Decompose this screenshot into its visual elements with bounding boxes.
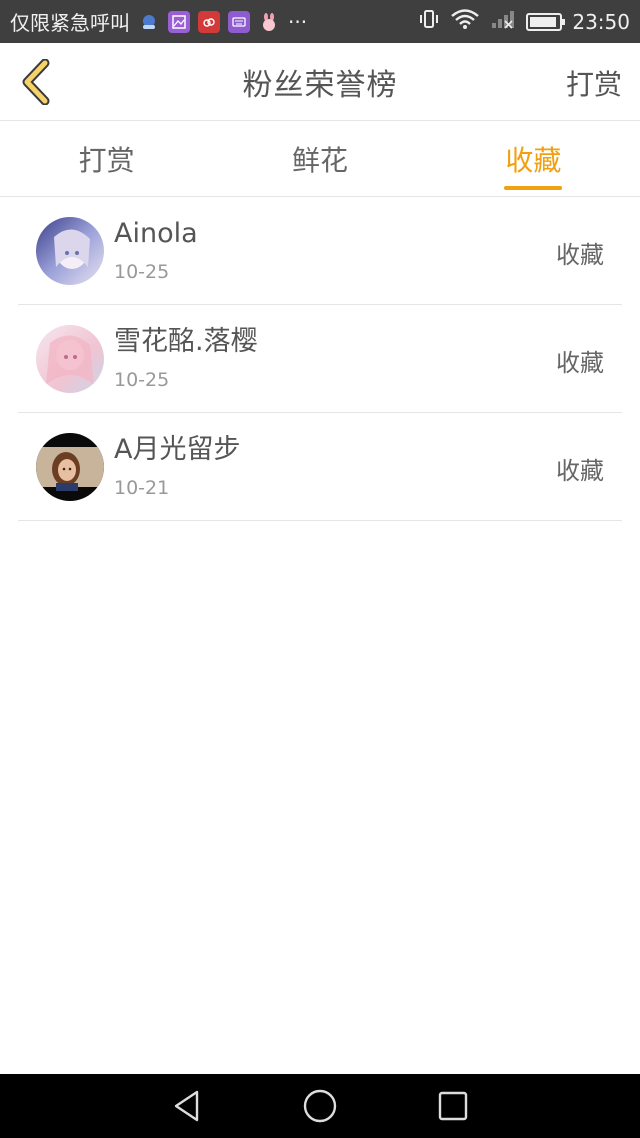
favorite-label: 收藏: [556, 349, 604, 377]
clock: 23:50: [572, 9, 630, 34]
tab-flowers[interactable]: 鲜花: [213, 121, 426, 196]
tab-tips[interactable]: 打赏: [0, 121, 213, 196]
tab-bar: 打赏 鲜花 收藏: [0, 121, 640, 197]
notification-app-icon: [138, 11, 160, 33]
row-text: 雪花酩.落樱 10-25: [114, 325, 258, 393]
avatar: [36, 324, 104, 393]
back-triangle-icon: [174, 1090, 198, 1122]
page-title: 粉丝荣誉榜: [242, 67, 398, 103]
list-item[interactable]: Ainola 10-25 收藏: [18, 197, 622, 305]
active-tab-indicator: [504, 186, 563, 190]
nav-recents-button[interactable]: [433, 1086, 473, 1126]
fan-date: 10-25: [114, 260, 170, 283]
home-circle-icon: [303, 1089, 337, 1123]
nav-back-button[interactable]: [167, 1086, 207, 1126]
chevron-left-icon: [22, 59, 50, 105]
tab-favorites[interactable]: 收藏: [427, 121, 640, 196]
tab-label: 收藏: [505, 143, 562, 177]
status-left: 仅限紧急呼叫 ···: [10, 7, 418, 36]
tab-label: 打赏: [78, 143, 135, 177]
avatar: [36, 432, 104, 501]
list-item[interactable]: A月光留步 10-21 收藏: [18, 413, 622, 521]
status-bar: 仅限紧急呼叫 ··· 23:50: [0, 0, 640, 43]
vibrate-icon: [418, 8, 440, 35]
battery-icon: [526, 12, 566, 31]
favorite-label: 收藏: [556, 457, 604, 485]
back-button[interactable]: [14, 55, 58, 109]
fan-date: 10-25: [114, 368, 170, 391]
row-text: Ainola 10-25: [114, 217, 198, 285]
more-notifications-icon: ···: [288, 9, 308, 34]
keyboard-icon: [228, 10, 250, 33]
status-right: 23:50: [418, 8, 630, 35]
signal-icon: [490, 8, 516, 35]
row-text: A月光留步 10-21: [114, 433, 240, 501]
fan-name: 雪花酩.落樱: [114, 325, 258, 357]
carrier-text: 仅限紧急呼叫: [10, 11, 130, 35]
cloud-icon: [198, 10, 220, 33]
favorite-label: 收藏: [556, 241, 604, 269]
recents-square-icon: [439, 1091, 468, 1121]
list-item[interactable]: 雪花酩.落樱 10-25 收藏: [18, 305, 622, 413]
bunny-icon: [258, 11, 280, 33]
fan-list: Ainola 10-25 收藏 雪花酩.落樱 10-25 收藏 A月光留步 10…: [18, 197, 622, 521]
wifi-icon: [450, 8, 480, 35]
system-nav-bar: [0, 1074, 640, 1138]
fan-name: Ainola: [114, 217, 198, 249]
tab-label: 鲜花: [291, 143, 348, 177]
avatar: [36, 216, 104, 285]
gallery-icon: [168, 10, 190, 33]
app-header: 粉丝荣誉榜 打赏: [0, 43, 640, 121]
tip-button[interactable]: 打赏: [566, 63, 622, 103]
fan-name: A月光留步: [114, 433, 241, 465]
nav-home-button[interactable]: [300, 1086, 340, 1126]
fan-date: 10-21: [114, 476, 170, 499]
